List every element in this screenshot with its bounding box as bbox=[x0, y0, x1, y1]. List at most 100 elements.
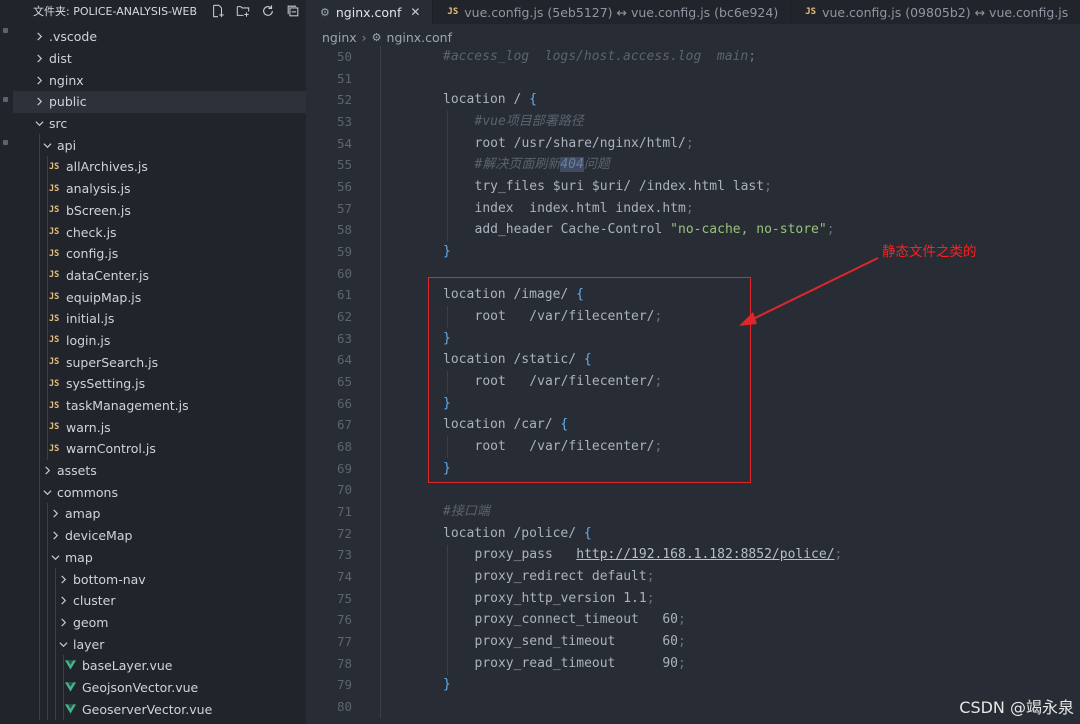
chevron-down-icon[interactable] bbox=[57, 640, 69, 649]
editor-tab[interactable]: JS vue.config.js (09805b2) ↔ vue.config.j… bbox=[791, 0, 1080, 24]
chevron-right-icon[interactable] bbox=[57, 618, 69, 627]
chevron-down-icon[interactable] bbox=[41, 141, 53, 150]
tree-folder[interactable]: public bbox=[13, 91, 306, 113]
tree-folder[interactable]: commons bbox=[13, 481, 306, 504]
code-token: location / bbox=[443, 92, 530, 108]
watermark: CSDN @竭永泉 bbox=[959, 698, 1074, 717]
tree-file[interactable]: GeojsonVector.vue bbox=[13, 676, 306, 699]
tree-folder[interactable]: src bbox=[13, 113, 306, 135]
tree-file[interactable]: JS warnControl.js bbox=[13, 438, 306, 460]
tree-file[interactable]: JS warn.js bbox=[13, 416, 306, 439]
new-file-icon[interactable] bbox=[211, 4, 225, 18]
indent-guide bbox=[447, 111, 448, 242]
editor-tab[interactable]: ⚙ nginx.conf ✕ bbox=[306, 0, 434, 24]
tree-folder[interactable]: geom bbox=[13, 611, 306, 634]
tree-file[interactable]: JS bScreen.js bbox=[13, 199, 306, 222]
code-line[interactable]: 56 try_files $uri $uri/ /index.html last; bbox=[306, 176, 1080, 198]
chevron-right-icon[interactable] bbox=[57, 575, 69, 584]
chevron-right-icon[interactable] bbox=[33, 76, 45, 85]
editor-tabs: ⚙ nginx.conf ✕ JS vue.config.js (5eb5127) ↔ … bbox=[306, 0, 1080, 24]
code-line[interactable]: 79} bbox=[306, 674, 1080, 696]
code-text: proxy_http_version 1.1; bbox=[475, 588, 655, 610]
editor-tab[interactable]: JS vue.config.js (5eb5127) ↔ vue.config.j… bbox=[433, 0, 792, 24]
tree-indent-guide bbox=[63, 698, 64, 720]
tree-file[interactable]: JS initial.js bbox=[13, 307, 306, 330]
tree-folder[interactable]: dist bbox=[13, 48, 306, 70]
chevron-down-icon[interactable] bbox=[33, 119, 45, 128]
chevron-right-icon[interactable] bbox=[57, 596, 69, 605]
code-line[interactable]: 52 location / { bbox=[306, 89, 1080, 111]
indent-guide bbox=[380, 46, 381, 719]
chevron-right-icon[interactable] bbox=[49, 509, 61, 518]
tree-item-label: dist bbox=[49, 51, 72, 67]
tree-file[interactable]: JS superSearch.js bbox=[13, 351, 306, 373]
new-folder-icon[interactable] bbox=[236, 4, 250, 18]
code-line[interactable]: 54 root /usr/share/nginx/html/; bbox=[306, 133, 1080, 155]
code-token: ; bbox=[646, 569, 655, 585]
code-token: proxy_connect_timeout 60 bbox=[474, 612, 679, 628]
tree-file[interactable]: GeoserverVector.vue bbox=[13, 698, 306, 720]
chevron-down-icon[interactable] bbox=[41, 488, 53, 497]
code-token: proxy_http_version 1.1 bbox=[474, 590, 647, 606]
tree-folder[interactable]: amap bbox=[13, 503, 306, 525]
tree-indent-guide bbox=[39, 611, 40, 634]
code-line[interactable]: 74 proxy_redirect default; bbox=[306, 566, 1080, 588]
tree-file[interactable]: JS allArchives.js bbox=[13, 156, 306, 178]
tree-file[interactable]: JS check.js bbox=[13, 221, 306, 243]
code-line[interactable]: 55 #解决页面刷新404问题 bbox=[306, 154, 1080, 176]
line-number: 77 bbox=[336, 634, 352, 650]
code-line[interactable]: 77 proxy_send_timeout 60; bbox=[306, 631, 1080, 653]
chevron-down-icon[interactable] bbox=[49, 553, 61, 562]
code-line[interactable]: 76 proxy_connect_timeout 60; bbox=[306, 609, 1080, 631]
chevron-right-icon[interactable] bbox=[33, 97, 45, 106]
tree-indent-guide bbox=[47, 199, 48, 222]
tree-file[interactable]: baseLayer.vue bbox=[13, 654, 306, 677]
tree-indent-guide bbox=[47, 373, 48, 395]
code-line[interactable]: 78 proxy_read_timeout 90; bbox=[306, 653, 1080, 675]
code-line[interactable]: 57 index index.html index.htm; bbox=[306, 198, 1080, 220]
code-line[interactable]: 51 bbox=[306, 68, 1080, 90]
tree-file[interactable]: JS taskManagement.js bbox=[13, 394, 306, 417]
code-token: ; bbox=[678, 655, 686, 671]
code-line[interactable]: 58 add_header Cache-Control "no-cache, no… bbox=[306, 219, 1080, 241]
breadcrumb-file[interactable]: nginx.conf bbox=[387, 30, 452, 45]
tree-file[interactable]: JS sysSetting.js bbox=[13, 373, 306, 395]
explorer-title: 文件夹: POLICE-ANALYSIS-WEB bbox=[33, 5, 197, 18]
line-number: 62 bbox=[336, 309, 352, 325]
tree-folder[interactable]: bottom-nav bbox=[13, 568, 306, 590]
tree-file[interactable]: JS config.js bbox=[13, 242, 306, 265]
indent-guide bbox=[447, 544, 448, 675]
code-line[interactable]: 73 proxy_pass http://192.168.1.182:8852/p… bbox=[306, 544, 1080, 566]
tree-item-label: src bbox=[49, 116, 68, 132]
code-line[interactable]: 50 #access_log logs/host.access.log main; bbox=[306, 46, 1080, 68]
code-line[interactable]: 75 proxy_http_version 1.1; bbox=[306, 588, 1080, 610]
tree-folder[interactable]: .vscode bbox=[13, 26, 306, 48]
refresh-icon[interactable] bbox=[261, 4, 275, 18]
tree-folder[interactable]: cluster bbox=[13, 589, 306, 612]
code-line[interactable]: 53 #vue项目部署路径 bbox=[306, 111, 1080, 133]
tree-folder[interactable]: api bbox=[13, 134, 306, 157]
close-icon[interactable]: ✕ bbox=[410, 5, 420, 19]
tree-file[interactable]: JS dataCenter.js bbox=[13, 264, 306, 287]
code-line[interactable]: 72 location /police/ { bbox=[306, 523, 1080, 545]
tree-indent-guide bbox=[47, 177, 48, 200]
tree-indent-guide bbox=[63, 676, 64, 699]
tree-folder[interactable]: map bbox=[13, 546, 306, 569]
chevron-right-icon[interactable] bbox=[33, 32, 45, 41]
tree-file[interactable]: JS login.js bbox=[13, 329, 306, 352]
code-text: #access_log logs/host.access.log main; bbox=[443, 46, 756, 68]
chevron-right-icon[interactable] bbox=[49, 531, 61, 540]
tree-folder[interactable]: assets bbox=[13, 459, 306, 482]
collapse-all-icon[interactable] bbox=[286, 4, 300, 18]
tree-folder[interactable]: layer bbox=[13, 633, 306, 655]
breadcrumb-folder[interactable]: nginx bbox=[322, 30, 357, 45]
chevron-right-icon[interactable] bbox=[33, 54, 45, 63]
tree-folder[interactable]: deviceMap bbox=[13, 524, 306, 547]
tree-file[interactable]: JS analysis.js bbox=[13, 177, 306, 200]
tree-indent-guide bbox=[47, 264, 48, 287]
chevron-right-icon[interactable] bbox=[41, 466, 53, 475]
tree-folder[interactable]: nginx bbox=[13, 69, 306, 91]
tree-file[interactable]: JS equipMap.js bbox=[13, 286, 306, 308]
code-line[interactable]: 71 #接口端 bbox=[306, 501, 1080, 523]
js-file-icon: JS bbox=[49, 378, 60, 389]
